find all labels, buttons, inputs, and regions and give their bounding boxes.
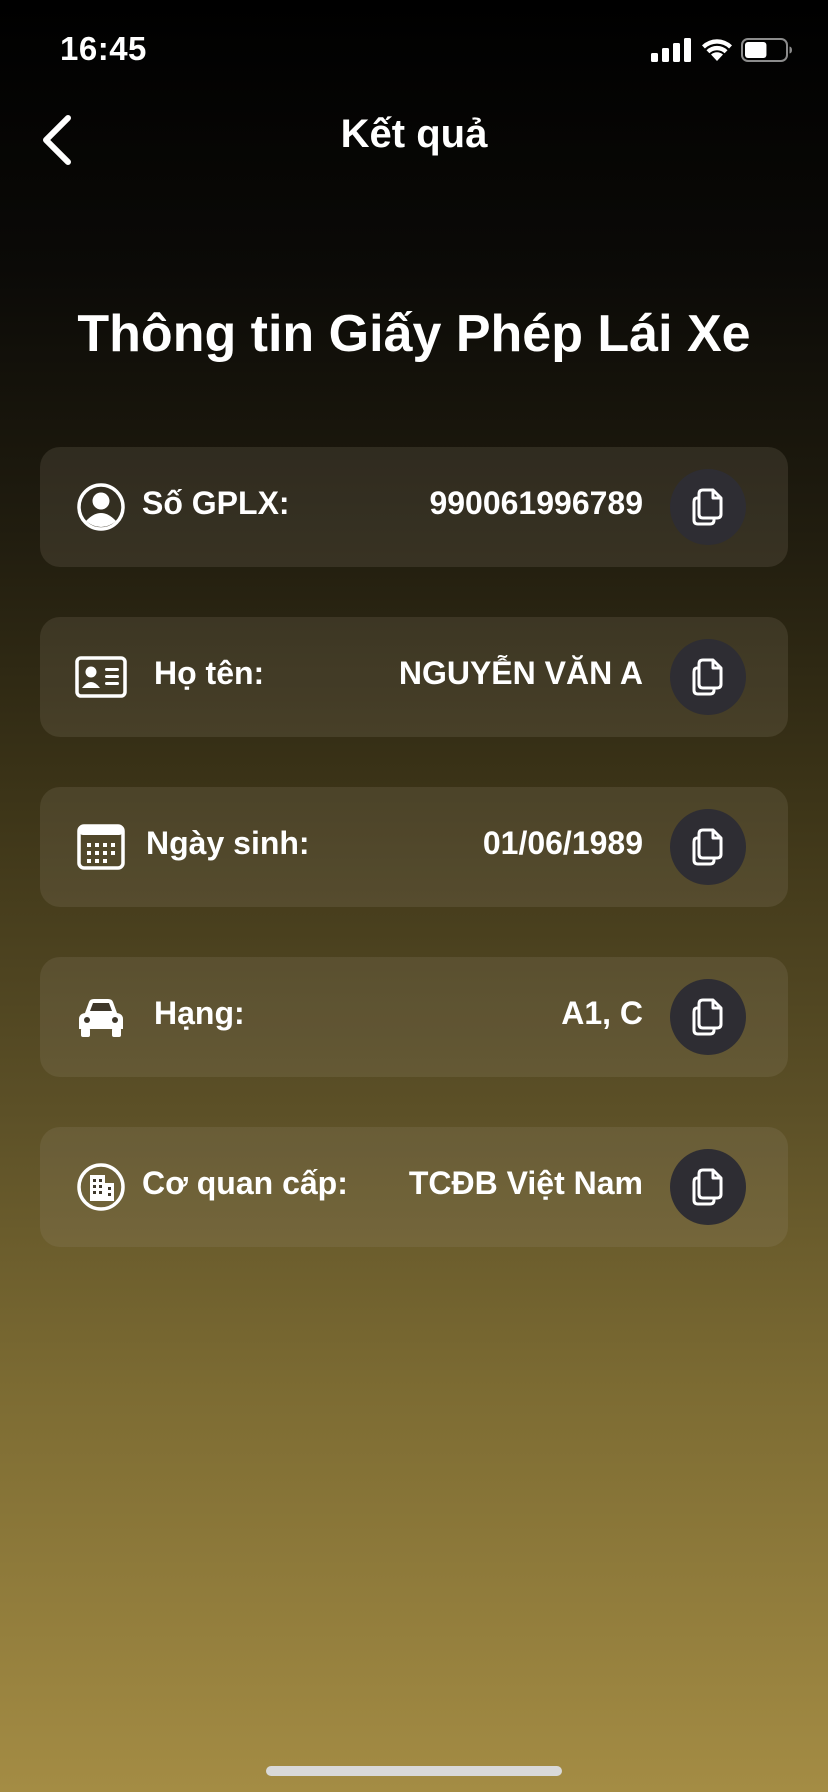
copy-date-of-birth-button[interactable] xyxy=(670,809,746,885)
status-time: 16:45 xyxy=(60,30,147,67)
page-title: Thông tin Giấy Phép Lái Xe xyxy=(77,305,751,363)
license-class-value: A1, C xyxy=(561,995,643,1031)
license-number-label: Số GPLX: xyxy=(142,485,290,521)
license-class-row: Hạng: A1, C xyxy=(40,957,788,1077)
date-of-birth-value: 01/06/1989 xyxy=(482,825,643,861)
copy-issuing-authority-button[interactable] xyxy=(670,1149,746,1225)
home-indicator[interactable] xyxy=(266,1766,562,1776)
user-circle-icon xyxy=(77,483,125,531)
license-class-label: Hạng: xyxy=(154,995,245,1031)
car-icon xyxy=(79,999,123,1037)
full-name-row: Họ tên: NGUYỄN VĂN A xyxy=(40,617,788,737)
status-bar: 16:45 xyxy=(0,0,828,100)
copy-icon xyxy=(692,658,723,696)
issuing-authority-value: TCĐB Việt Nam xyxy=(408,1165,643,1201)
wifi-icon xyxy=(702,39,732,61)
copy-license-class-button[interactable] xyxy=(670,979,746,1055)
id-card-icon xyxy=(75,656,127,698)
nav-title: Kết quả xyxy=(340,112,488,156)
date-of-birth-row: Ngày sinh: 01/06/1989 xyxy=(40,787,788,907)
full-name-label: Họ tên: xyxy=(154,655,265,691)
copy-full-name-button[interactable] xyxy=(670,639,746,715)
copy-license-number-button[interactable] xyxy=(670,469,746,545)
building-icon xyxy=(77,1163,125,1211)
copy-icon xyxy=(692,998,723,1036)
issuing-authority-label: Cơ quan cấp: xyxy=(142,1165,348,1201)
full-name-value: NGUYỄN VĂN A xyxy=(398,655,643,691)
battery-icon xyxy=(741,38,792,62)
calendar-icon xyxy=(77,824,125,870)
cellular-signal-icon xyxy=(651,38,691,62)
license-number-value: 990061996789 xyxy=(429,485,643,521)
issuing-authority-row: Cơ quan cấp: TCĐB Việt Nam xyxy=(40,1127,788,1247)
copy-icon xyxy=(692,1168,723,1206)
date-of-birth-label: Ngày sinh: xyxy=(146,825,310,861)
license-number-row: Số GPLX: 990061996789 xyxy=(40,447,788,567)
copy-icon xyxy=(692,488,723,526)
copy-icon xyxy=(692,828,723,866)
